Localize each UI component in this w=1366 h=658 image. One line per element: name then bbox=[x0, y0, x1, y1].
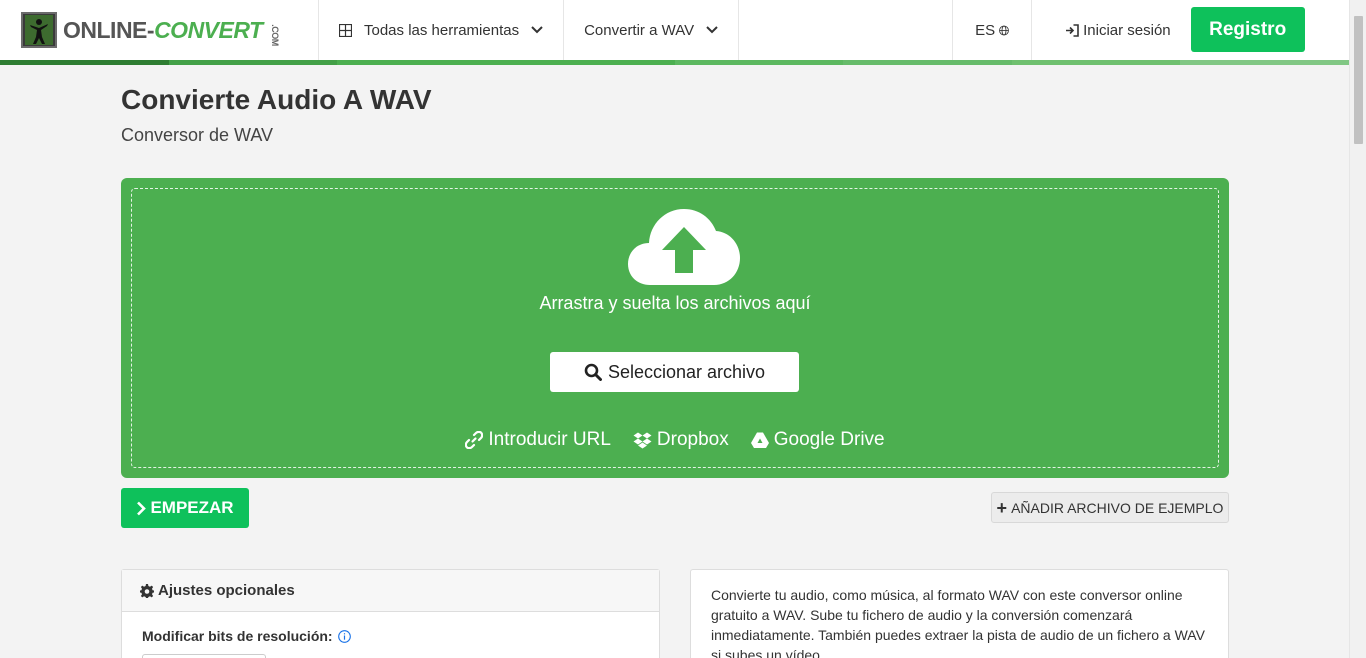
bit-resolution-label: Modificar bits de resolución: bbox=[142, 628, 333, 644]
drop-instructions: Arrastra y suelta los archivos aquí bbox=[539, 293, 811, 313]
scrollbar-thumb[interactable] bbox=[1354, 16, 1363, 144]
enter-url-label: Introducir URL bbox=[488, 429, 611, 450]
page-title: Convierte Audio A WAV bbox=[121, 84, 432, 115]
google-drive-label: Google Drive bbox=[773, 429, 885, 450]
grid-icon bbox=[339, 23, 352, 37]
logo-text-suffix: .COM bbox=[269, 23, 280, 46]
plus-icon: + bbox=[996, 497, 1008, 518]
login-link[interactable]: Iniciar sesión bbox=[1032, 0, 1191, 60]
add-sample-file-button[interactable]: + AÑADIR ARCHIVO DE EJEMPLO bbox=[991, 492, 1229, 523]
add-sample-label: AÑADIR ARCHIVO DE EJEMPLO bbox=[1011, 499, 1224, 516]
bit-resolution-setting: Modificar bits de resolución: bbox=[122, 612, 659, 644]
drop-zone-border: Arrastra y suelta los archivos aquí Sele… bbox=[131, 188, 1219, 468]
dropbox-icon bbox=[633, 432, 652, 448]
nav-spacer bbox=[739, 0, 954, 60]
logo-text-main: ONLINE- bbox=[63, 16, 155, 43]
optional-settings-panel: Ajustes opcionales Modificar bits de res… bbox=[121, 569, 660, 658]
nav-convert-wav-label: Convertir a WAV bbox=[584, 21, 695, 39]
info-icon[interactable] bbox=[337, 629, 351, 643]
site-logo[interactable]: ONLINE- CONVERT .COM bbox=[0, 0, 319, 60]
bit-resolution-select[interactable] bbox=[142, 654, 266, 658]
file-drop-zone[interactable]: Arrastra y suelta los archivos aquí Sele… bbox=[121, 178, 1229, 478]
converter-description: Convierte tu audio, como música, al form… bbox=[690, 569, 1229, 658]
chevron-down-icon bbox=[531, 26, 543, 34]
sign-in-icon bbox=[1066, 23, 1079, 37]
nav-all-tools-label: Todas las herramientas bbox=[364, 21, 520, 39]
gear-icon bbox=[140, 583, 154, 598]
chevron-right-icon bbox=[137, 501, 147, 515]
top-navbar: ONLINE- CONVERT .COM Todas las herramien… bbox=[0, 0, 1349, 60]
nav-convert-wav-dropdown[interactable]: Convertir a WAV bbox=[564, 0, 740, 60]
logo-mark-icon bbox=[21, 12, 57, 48]
dropbox-link[interactable]: Dropbox bbox=[633, 429, 729, 451]
nav-all-tools-dropdown[interactable]: Todas las herramientas bbox=[319, 0, 565, 60]
page-scrollbar[interactable] bbox=[1349, 0, 1366, 658]
settings-header[interactable]: Ajustes opcionales bbox=[122, 570, 659, 612]
globe-icon bbox=[999, 25, 1009, 35]
google-drive-link[interactable]: Google Drive bbox=[750, 429, 885, 451]
start-button[interactable]: EMPEZAR bbox=[121, 488, 249, 528]
logo-text: ONLINE- CONVERT .COM bbox=[63, 16, 285, 46]
enter-url-link[interactable]: Introducir URL bbox=[465, 429, 611, 451]
cloud-upload-icon bbox=[628, 209, 740, 285]
language-label: ES bbox=[975, 21, 996, 39]
search-icon bbox=[584, 363, 602, 381]
logo-text-accent: CONVERT bbox=[154, 16, 263, 43]
chevron-down-icon bbox=[706, 26, 718, 34]
header-progress-stripe bbox=[0, 60, 1349, 65]
select-file-button[interactable]: Seleccionar archivo bbox=[550, 352, 799, 392]
start-label: EMPEZAR bbox=[150, 498, 234, 517]
dropbox-label: Dropbox bbox=[656, 429, 729, 450]
google-drive-icon bbox=[750, 432, 769, 448]
login-label: Iniciar sesión bbox=[1083, 21, 1171, 39]
upload-sources: Introducir URL Dropbox Google Drive bbox=[132, 429, 1218, 451]
select-file-label: Seleccionar archivo bbox=[607, 361, 766, 382]
register-button[interactable]: Registro bbox=[1190, 7, 1305, 52]
link-icon bbox=[465, 431, 484, 449]
language-selector[interactable]: ES bbox=[953, 0, 1033, 60]
page-subtitle: Conversor de WAV bbox=[121, 125, 274, 145]
settings-header-label: Ajustes opcionales bbox=[158, 582, 295, 599]
